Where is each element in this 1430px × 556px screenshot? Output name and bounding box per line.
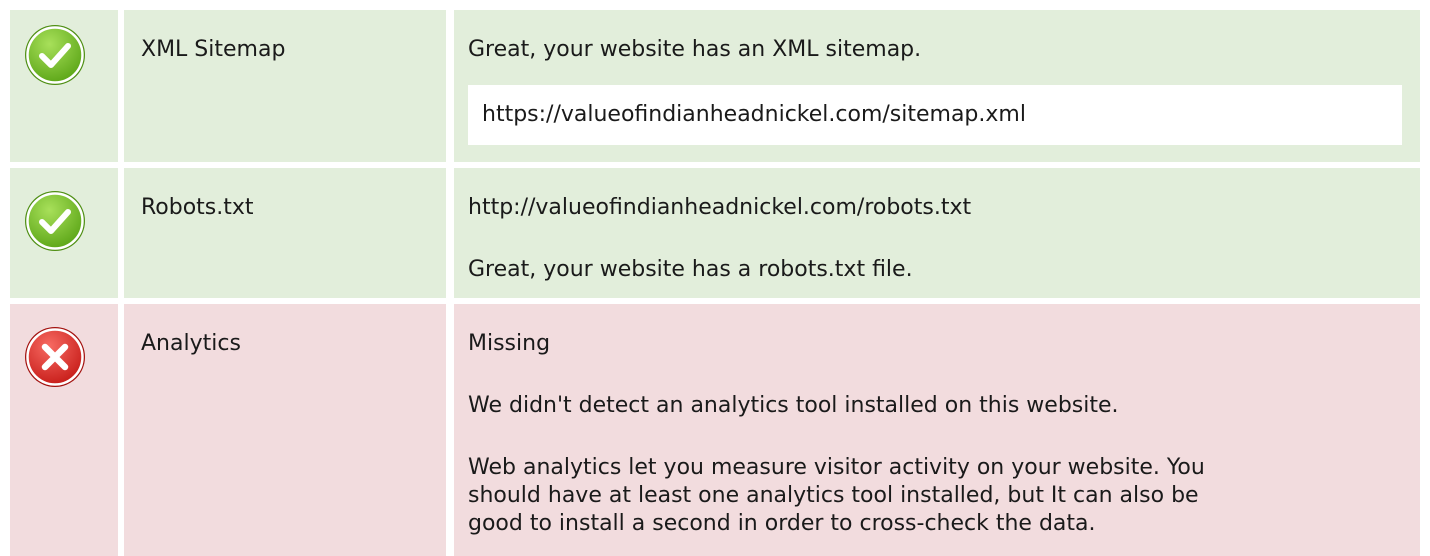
check-result-cell: Missing We didn't detect an analytics to… (454, 304, 1420, 556)
status-cell (10, 168, 118, 298)
result-status: Missing (468, 331, 551, 356)
cross-icon (24, 326, 86, 388)
result-advice: Web analytics let you measure visitor ac… (468, 454, 1402, 538)
robots-url: http://valueofindianheadnickel.com/robot… (468, 195, 972, 220)
check-name: Robots.txt (141, 195, 254, 220)
check-result-cell: Great, your website has an XML sitemap. … (454, 10, 1420, 162)
check-row-analytics: Analytics Missing We didn't detect an an… (0, 304, 1430, 556)
status-cell (10, 304, 118, 556)
check-name-cell: Analytics (124, 304, 446, 556)
check-name-cell: XML Sitemap (124, 10, 446, 162)
check-row-robots-txt: Robots.txt http://valueofindianheadnicke… (0, 168, 1430, 298)
check-name: Analytics (141, 331, 241, 356)
result-message: Great, your website has a robots.txt fil… (468, 257, 913, 282)
advice-line: good to install a second in order to cro… (468, 511, 1096, 536)
status-cell (10, 10, 118, 162)
advice-line: Web analytics let you measure visitor ac… (468, 455, 1205, 480)
check-name: XML Sitemap (141, 37, 286, 62)
advice-line: should have at least one analytics tool … (468, 483, 1199, 508)
check-result-cell: http://valueofindianheadnickel.com/robot… (454, 168, 1420, 298)
sitemap-url: https://valueofindianheadnickel.com/site… (468, 85, 1402, 145)
check-name-cell: Robots.txt (124, 168, 446, 298)
check-icon (24, 24, 86, 86)
result-message: Great, your website has an XML sitemap. (468, 37, 922, 62)
check-row-xml-sitemap: XML Sitemap Great, your website has an X… (0, 10, 1430, 162)
check-icon (24, 190, 86, 252)
result-message: We didn't detect an analytics tool insta… (468, 393, 1119, 418)
